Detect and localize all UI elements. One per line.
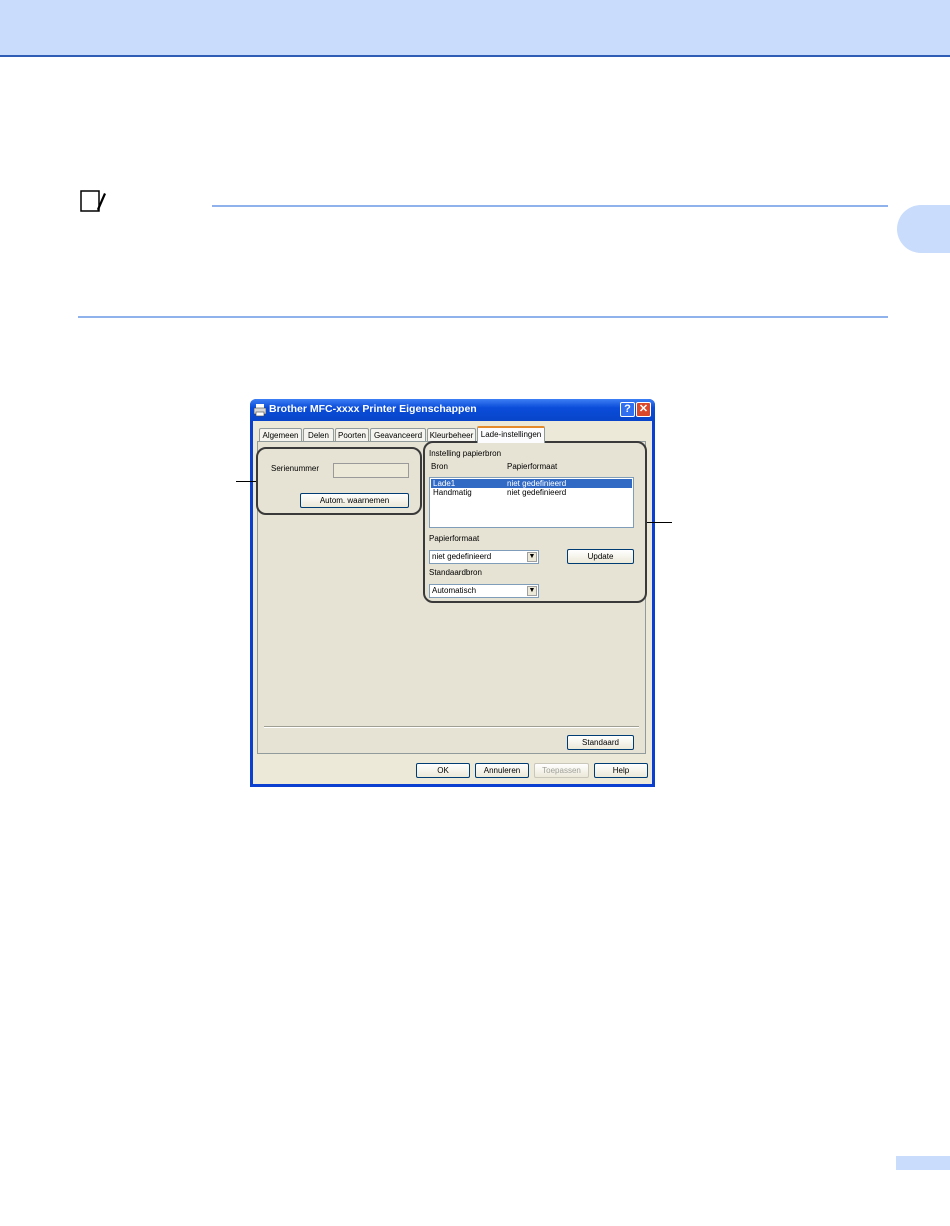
tab-delen[interactable]: Delen — [303, 428, 334, 442]
apply-button: Toepassen — [534, 763, 589, 778]
tab-geavanceerd[interactable]: Geavanceerd — [370, 428, 426, 442]
chapter-tab — [897, 205, 950, 253]
titlebar-close-button[interactable]: ✕ — [636, 402, 651, 417]
tab-poorten[interactable]: Poorten — [335, 428, 369, 442]
dialog-title: Brother MFC-xxxx Printer Eigenschappen — [269, 403, 477, 415]
tab-kleurbeheer[interactable]: Kleurbeheer — [427, 428, 476, 442]
tab-lade-instellingen[interactable]: Lade-instellingen — [477, 426, 545, 443]
callout-paper-source-section — [423, 441, 647, 603]
dialog-titlebar[interactable]: Brother MFC-xxxx Printer Eigenschappen ?… — [250, 399, 655, 421]
callout-serial-section — [256, 447, 422, 515]
standard-button[interactable]: Standaard — [567, 735, 634, 750]
note-rule-bottom — [78, 316, 888, 318]
help-button[interactable]: Help — [594, 763, 648, 778]
printer-icon — [254, 404, 266, 417]
callout-line-right — [647, 522, 672, 523]
note-pencil-icon — [80, 190, 106, 212]
tab-algemeen[interactable]: Algemeen — [259, 428, 302, 442]
cancel-button[interactable]: Annuleren — [475, 763, 529, 778]
header-band — [0, 0, 950, 57]
callout-line-left — [236, 481, 256, 482]
note-rule-top — [212, 205, 888, 207]
panel-separator — [264, 726, 639, 728]
page-number-bar — [896, 1156, 950, 1170]
titlebar-help-button[interactable]: ? — [620, 402, 635, 417]
ok-button[interactable]: OK — [416, 763, 470, 778]
